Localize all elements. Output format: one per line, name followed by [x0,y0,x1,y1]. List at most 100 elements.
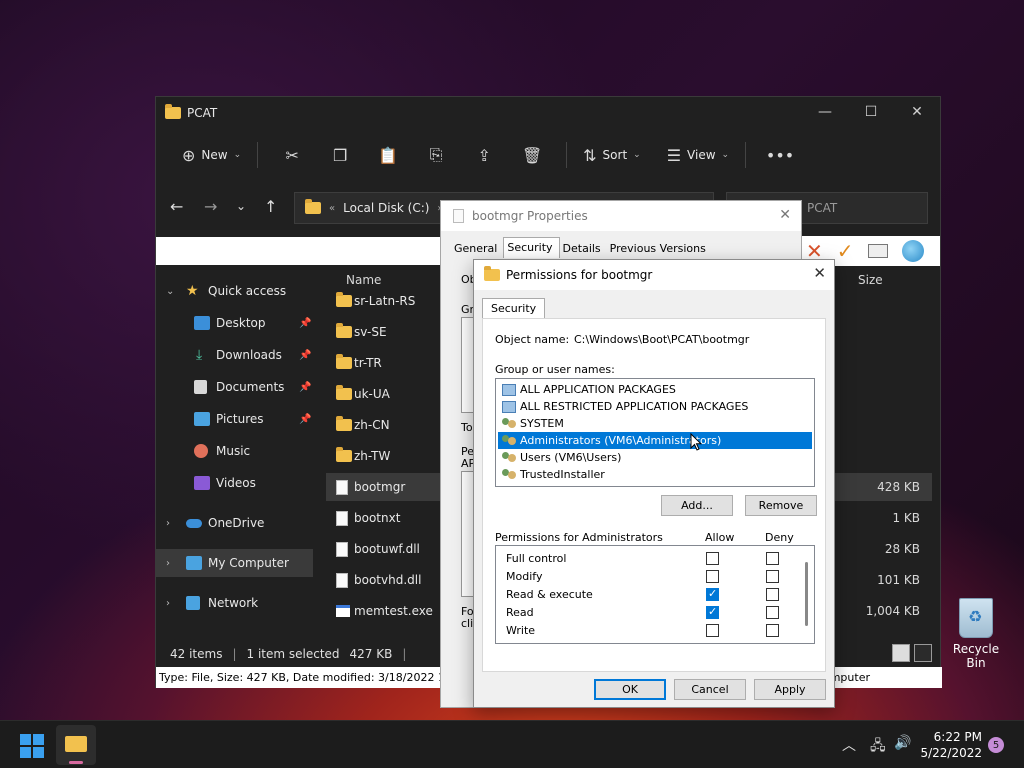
chevron-right-icon[interactable]: › [166,558,170,569]
cut-button[interactable]: ✂ [268,139,316,171]
pin-icon[interactable]: 📌 [299,414,311,425]
minimize-button[interactable]: — [802,97,848,127]
users-icon [502,468,516,481]
more-options-button[interactable]: ••• [756,139,804,171]
permission-row: Read [506,604,802,622]
allow-checkbox[interactable] [706,570,719,583]
item-count: 42 items [170,647,223,661]
close-button[interactable]: ✕ [894,97,940,127]
close-icon[interactable]: ✕ [779,207,791,223]
permissions-titlebar[interactable]: Permissions for bootmgr ✕ [474,260,834,290]
remove-button[interactable]: Remove [745,495,817,516]
allow-checkbox[interactable] [706,552,719,565]
column-header-size[interactable]: Size [858,273,883,287]
network-icon [186,596,200,610]
cloud-icon [186,519,202,528]
list-item-selected[interactable]: Administrators (VM6\Administrators) [498,432,812,449]
start-button[interactable] [20,734,44,758]
volume-icon[interactable]: 🔊 [894,735,911,751]
add-button[interactable]: Add... [661,495,733,516]
copy-button[interactable]: ❐ [316,139,364,171]
file-icon [336,572,348,588]
up-arrow-icon[interactable]: ↑ [264,197,277,216]
list-item[interactable]: SYSTEM [498,415,812,432]
explorer-titlebar[interactable]: PCAT — ☐ ✕ [156,97,940,129]
scissors-icon: ✂ [285,145,299,165]
nav-item-network[interactable]: › Network [156,589,313,617]
folder-icon [336,385,352,400]
file-icon [336,510,348,526]
list-item[interactable]: ALL RESTRICTED APPLICATION PACKAGES [498,398,812,415]
chevron-right-icon[interactable]: › [166,518,170,529]
permissions-scrollbar[interactable] [805,562,808,626]
share-button[interactable]: ⇪ [460,139,508,171]
allow-checkbox[interactable] [706,605,719,619]
allow-checkbox[interactable] [706,624,719,637]
desktop-icon [194,316,210,330]
deny-checkbox[interactable] [766,588,779,601]
close-icon[interactable]: ✕ [813,264,826,282]
folder-icon [336,447,352,462]
tab-security[interactable]: Security [503,237,560,258]
list-item[interactable]: Users (VM6\Users) [498,449,812,466]
apply-button[interactable]: Apply [754,679,826,700]
column-header-name[interactable]: Name [346,273,381,287]
card-icon[interactable] [867,244,888,258]
breadcrumb-overflow-icon[interactable]: « [329,203,335,214]
tab-previous-versions[interactable]: Previous Versions [607,239,712,260]
ok-button[interactable]: OK [594,679,666,700]
delete-button[interactable]: 🗑 [508,139,556,171]
list-item[interactable]: TrustedInstaller [498,466,812,483]
pin-icon[interactable]: 📌 [299,318,311,329]
breadcrumb-local-disk[interactable]: Local Disk (C:) [343,201,429,215]
tiles-view-icon[interactable] [914,644,932,662]
nav-item-music[interactable]: Music [156,437,313,465]
rename-button[interactable]: ⎘ [412,139,460,171]
nav-item-documents[interactable]: Documents 📌 [156,373,313,401]
folder-icon [305,199,321,214]
back-arrow-icon[interactable]: ← [170,197,183,216]
maximize-button[interactable]: ☐ [848,97,894,127]
checkmark-icon[interactable]: ✓ [837,239,854,263]
permission-row: Read & execute [506,586,802,604]
nav-item-my-computer[interactable]: › My Computer [156,549,313,577]
cancel-button[interactable]: Cancel [674,679,746,700]
paste-button[interactable]: 📋 [364,139,412,171]
recycle-bin-shortcut[interactable]: Recycle Bin [944,598,1008,670]
chevron-down-icon[interactable]: ⌄ [166,286,174,297]
nav-item-onedrive[interactable]: › OneDrive [156,509,313,537]
permissions-dialog: Permissions for bootmgr ✕ Security Objec… [473,259,835,708]
view-button[interactable]: ☰ View ⌄ [661,139,735,171]
nav-item-pictures[interactable]: Pictures 📌 [156,405,313,433]
tab-general[interactable]: General [451,239,503,260]
deny-checkbox[interactable] [766,570,779,583]
nav-item-quick-access[interactable]: ⌄ ★ Quick access [156,277,313,305]
clock[interactable]: 6:22 PM 5/22/2022 [918,729,982,761]
list-item[interactable]: ALL APPLICATION PACKAGES [498,381,812,398]
notification-badge[interactable]: 5 [988,737,1004,753]
new-button[interactable]: ⊕ New ⌄ [176,139,247,171]
folder-icon [336,354,352,369]
network-tray-icon[interactable]: 🖧 [870,735,886,759]
tab-security[interactable]: Security [482,298,546,318]
nav-item-videos[interactable]: Videos [156,469,313,497]
nav-item-desktop[interactable]: Desktop 📌 [156,309,313,337]
tab-details[interactable]: Details [560,239,607,260]
details-view-icon[interactable] [892,644,910,662]
forward-arrow-icon[interactable]: → [204,197,217,216]
sort-button[interactable]: ⇅ Sort ⌄ [577,139,647,171]
deny-checkbox[interactable] [766,606,779,619]
deny-checkbox[interactable] [766,624,779,637]
deny-checkbox[interactable] [766,552,779,565]
taskbar-file-explorer[interactable] [56,725,96,765]
chevron-up-icon[interactable]: ︿ [842,735,856,755]
allow-checkbox[interactable] [706,587,719,601]
globe-icon[interactable] [901,240,924,262]
pin-icon[interactable]: 📌 [299,382,311,393]
chevron-right-icon[interactable]: › [166,598,170,609]
users-list: ALL APPLICATION PACKAGES ALL RESTRICTED … [495,378,815,487]
nav-item-downloads[interactable]: ⤓ Downloads 📌 [156,341,313,369]
recent-locations-icon[interactable]: ⌄ [236,199,246,213]
properties-titlebar[interactable]: bootmgr Properties ✕ [441,201,801,231]
pin-icon[interactable]: 📌 [299,350,311,361]
